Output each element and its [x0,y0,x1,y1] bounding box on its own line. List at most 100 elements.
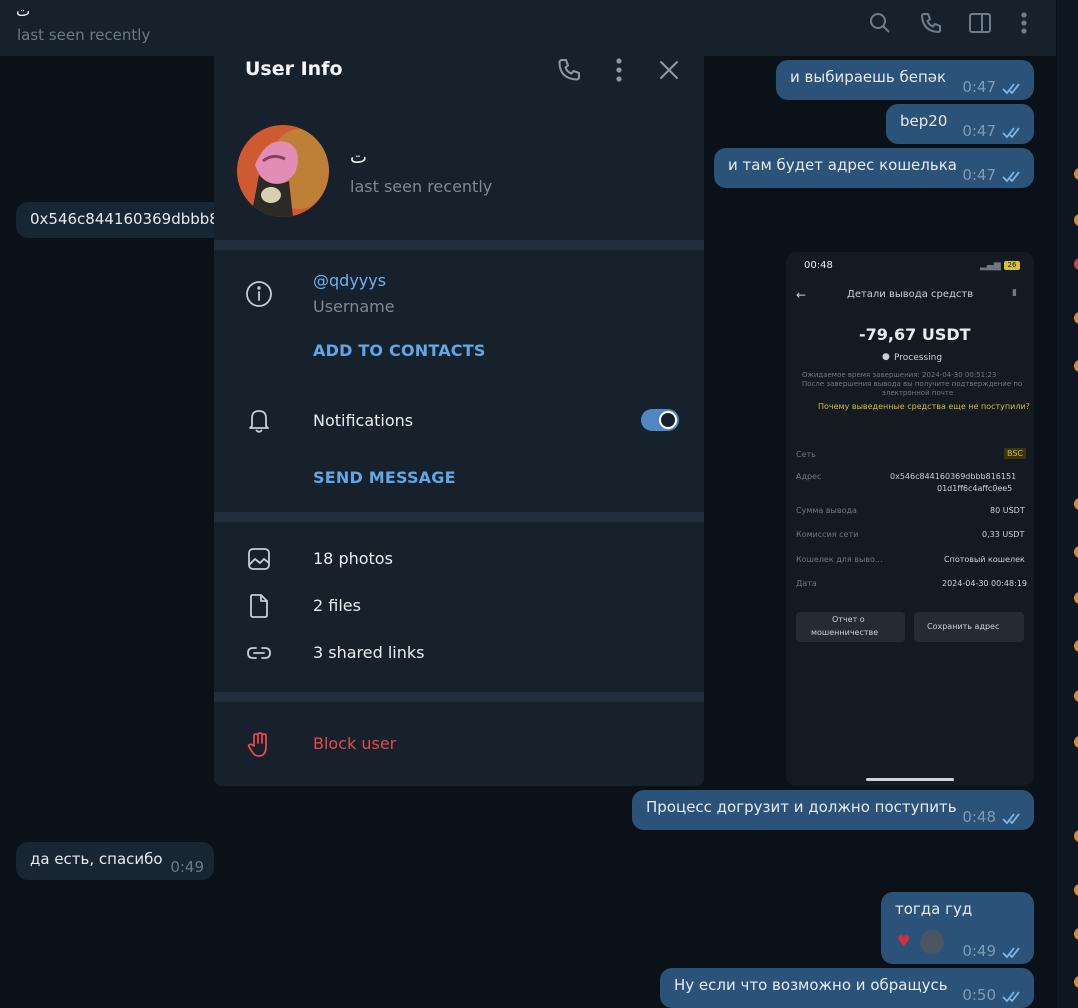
media-row-value: Спотовый кошелек [944,555,1025,564]
phone-icon[interactable] [555,56,583,84]
media-row-value: 01d1ff6c4affc0ee5 [937,484,1013,493]
notifications-label: Notifications [313,411,414,430]
heart-reaction-icon[interactable]: ♥ [897,932,910,950]
modal-title: User Info [245,58,343,80]
more-vertical-icon[interactable] [1011,10,1037,36]
close-icon[interactable] [655,56,683,84]
media-row-key: Кошелек для выво... [796,555,883,564]
message-bubble[interactable]: bep20 0:47 [886,104,1034,144]
double-check-icon [1002,80,1024,95]
notifications-toggle[interactable] [641,409,679,431]
avatar[interactable] [1074,830,1078,842]
media-row-key: Адрес [796,472,822,481]
media-row-key: Комиссия сети [796,530,859,539]
message-bubble[interactable]: Ну если что возможно и обращусь 0:50 [660,968,1034,1008]
avatar[interactable] [1074,546,1078,558]
avatar[interactable] [1074,592,1078,604]
media-row-value: 80 USDT [990,506,1025,515]
avatar[interactable] [1074,214,1078,226]
message-time: 0:47 [962,122,996,140]
message-bubble[interactable]: и выбираешь бепәк 0:47 [776,60,1034,100]
avatar[interactable] [1074,312,1078,324]
receipt-icon: ▮ [1012,288,1017,298]
media-screen-title: Детали вывода средств [847,289,974,300]
avatar[interactable] [1074,736,1078,748]
message-time: 0:49 [170,858,204,876]
user-info-modal: User Info ت last seen recently @qdyyys U… [214,35,704,786]
message-bubble[interactable]: тогда гуд ♥ 0:49 [881,892,1034,964]
search-icon[interactable] [867,10,893,36]
media-amount: -79,67 USDT [859,325,971,344]
info-icon [244,279,274,309]
message-text: да есть, спасибо [30,850,163,868]
media-report-button: Отчет о мошенничестве [796,612,905,642]
media-button-label: Сохранить адрес [927,622,1000,631]
media-note: После завершения вывода вы получите подт… [802,380,1023,388]
double-check-icon [1002,988,1024,1003]
file-icon [244,591,274,621]
message-image[interactable]: 00:48 ▂▄▆ 26 ← Детали вывода средств ▮ -… [786,252,1034,786]
message-bubble[interactable]: и там будет адрес кошелька 0:47 [714,148,1034,188]
message-bubble[interactable]: Процесс догрузит и должно поступить 0:48 [632,790,1034,830]
home-indicator [866,778,954,781]
message-time: 0:47 [962,166,996,184]
avatar[interactable] [1074,360,1078,372]
double-check-icon [1002,810,1024,825]
profile-avatar[interactable] [237,125,329,217]
shared-links-item[interactable]: 3 shared links [313,643,425,662]
photo-icon [244,544,274,574]
double-check-icon [1002,124,1024,139]
media-button-label: Отчет о [832,615,865,624]
media-note: электронной почте [882,389,954,397]
avatar[interactable] [1074,976,1078,988]
media-row-key: Сеть [796,450,816,459]
message-bubble[interactable]: да есть, спасибо 0:49 [16,842,214,880]
shared-photos-item[interactable]: 18 photos [313,549,393,568]
message-text: и там будет адрес кошелька [728,156,957,174]
media-state: Processing [894,353,943,363]
avatar[interactable] [1074,640,1078,652]
username-label: Username [313,297,395,316]
shared-files-item[interactable]: 2 files [313,596,361,615]
chat-status: last seen recently [17,26,151,44]
block-user-button[interactable]: Block user [313,734,396,753]
send-message-button[interactable]: SEND MESSAGE [313,468,456,487]
profile-name: ت [350,147,367,168]
media-row-value: 0,33 USDT [982,530,1025,539]
battery-icon: 26 [1004,261,1020,270]
hand-stop-icon [244,729,274,759]
message-time: 0:50 [962,986,996,1004]
avatar[interactable] [1074,168,1078,180]
chat-title[interactable]: ت [16,2,30,20]
message-time: 0:47 [962,78,996,96]
media-help-link: Почему выведенные средства еще не поступ… [818,402,1030,411]
message-text: Процесс догрузит и должно поступить [646,798,957,816]
message-text: Ну если что возможно и обращусь [674,976,948,994]
avatar[interactable] [1074,258,1078,270]
media-row-value: 2024-04-30 00:48:19 [942,579,1027,588]
reaction-avatar [920,930,944,954]
section-divider [214,240,704,250]
sidebar-toggle-icon[interactable] [967,10,993,36]
chat-list-strip [1056,0,1078,1008]
phone-icon[interactable] [918,10,944,36]
media-clock: 00:48 [804,260,833,271]
avatar[interactable] [1074,690,1078,702]
media-row-value: BSC [1004,448,1027,459]
avatar[interactable] [1074,498,1078,510]
section-divider [214,692,704,702]
more-vertical-icon[interactable] [605,56,633,84]
media-row-key: Сумма вывода [796,506,857,515]
avatar[interactable] [1074,884,1078,896]
back-arrow-icon: ← [796,288,807,302]
message-text: bep20 [900,112,948,130]
media-button-label: мошенничестве [811,628,879,637]
media-note: Ожидаемое время завершения: 2024-04-30 0… [802,371,997,379]
link-icon [244,638,274,668]
profile-status: last seen recently [350,177,493,196]
add-to-contacts-button[interactable]: ADD TO CONTACTS [313,341,486,360]
message-text: и выбираешь бепәк [790,68,947,86]
username-value[interactable]: @qdyyys [313,271,386,290]
section-divider [214,512,704,522]
avatar[interactable] [1074,928,1078,940]
